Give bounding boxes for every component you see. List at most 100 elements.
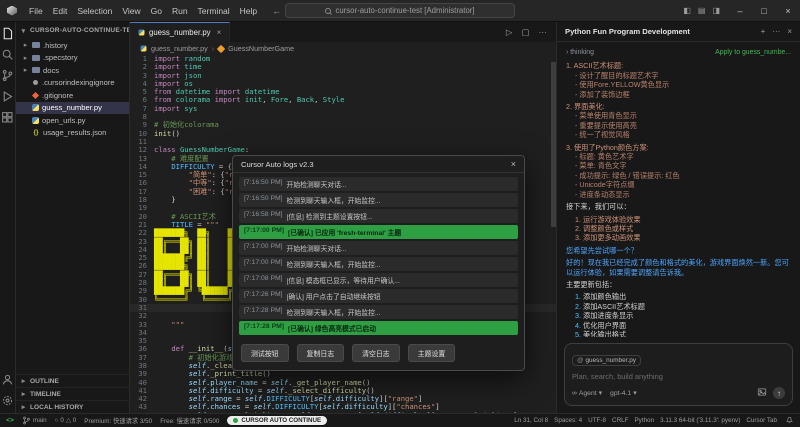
chat-text-input[interactable] (572, 372, 785, 381)
file-item-open_urls.py[interactable]: open_urls.py (16, 114, 129, 127)
extensions-icon[interactable] (1, 111, 14, 124)
toggle-sidebar-icon[interactable]: ◨ (712, 6, 720, 15)
file-item-.gitignore[interactable]: .gitignore (16, 89, 129, 102)
file-item-.history[interactable]: ▸.history (16, 39, 129, 52)
file-item-.specstory[interactable]: ▸.specstory (16, 52, 129, 65)
dialog-button-4[interactable]: 主题设置 (408, 344, 456, 362)
close-tab-icon[interactable]: × (217, 28, 222, 37)
code-line-10[interactable]: 10init() (130, 130, 556, 138)
activity-bar (0, 22, 16, 413)
settings-gear-icon[interactable] (1, 394, 14, 407)
section-outline[interactable]: ▸OUTLINE (16, 374, 129, 387)
status-3-11-3-64-bit-3-11-3-pyenv[interactable]: 3.11.3 64-bit ('3.11.3': pyenv) (660, 417, 740, 424)
free-usage[interactable]: Free: 慢速请求 0/500 (160, 416, 219, 425)
section-timeline[interactable]: ▸TIMELINE (16, 387, 129, 400)
menu-edit[interactable]: Edit (48, 4, 73, 18)
file-item-guess_number.py[interactable]: guess_number.py (16, 102, 129, 115)
split-editor-icon[interactable]: ▢ (521, 27, 529, 38)
chevron-down-icon: ▾ (20, 27, 27, 35)
minimize-button[interactable]: – (728, 0, 752, 22)
line-number: 6 (130, 96, 154, 104)
files-icon[interactable] (1, 27, 14, 40)
agent-mode-dropdown[interactable]: ∞ Agent ▾ (572, 389, 602, 397)
notifications-bell-icon[interactable] (785, 415, 794, 426)
apply-to-file-button[interactable]: Apply to guess_numbe... (715, 48, 791, 57)
editor-more-icon[interactable]: ··· (539, 27, 548, 37)
file-item-docs[interactable]: ▸docs (16, 64, 129, 77)
code-line-3[interactable]: 3import json (130, 72, 556, 80)
toggle-layout-icon[interactable]: ▤ (698, 6, 706, 15)
cursor-auto-continue-toggle[interactable]: CURSOR AUTO CONTINUE (227, 416, 327, 425)
file-label: .history (43, 41, 67, 50)
send-icon[interactable]: ↑ (773, 387, 785, 399)
menu-file[interactable]: File (24, 4, 48, 18)
breadcrumb-symbol[interactable]: GuessNumberGame (228, 44, 294, 53)
breadcrumb[interactable]: guess_number.py › GuessNumberGame (130, 42, 556, 55)
dialog-title: Cursor Auto logs v2.3 (241, 160, 314, 169)
chat-input-box[interactable]: @ guess_number.py ∞ Agent ▾ gpt-4.1 ▾ ↑ (564, 343, 793, 406)
line-number: 4 (130, 80, 154, 88)
section-local-history[interactable]: ▸LOCAL HISTORY (16, 400, 129, 413)
status-spaces-4[interactable]: Spaces: 4 (554, 417, 582, 424)
search-icon[interactable] (1, 48, 14, 61)
warning-icon: △ (66, 417, 71, 424)
chat-list-item: 2. 调整颜色或样式 (566, 224, 791, 233)
chat-more-icon[interactable]: ··· (772, 27, 780, 36)
context-chip[interactable]: @ guess_number.py (572, 355, 641, 366)
nav-back-icon[interactable]: ← (272, 6, 281, 16)
section-label: TIMELINE (30, 391, 61, 398)
file-item-.cursorindexingignore[interactable]: .cursorindexingignore (16, 77, 129, 90)
status-cursor-tab[interactable]: Cursor Tab (746, 417, 777, 424)
dialog-button-3[interactable]: 清空日志 (352, 344, 400, 362)
explorer-root[interactable]: ▾ CURSOR-AUTO-CONTINUE-TEST (16, 22, 129, 39)
menu-selection[interactable]: Selection (72, 4, 117, 18)
attach-image-icon[interactable] (757, 387, 767, 399)
menu-help[interactable]: Help (235, 4, 262, 18)
premium-usage[interactable]: Premium: 快速请求 3/50 (84, 416, 152, 425)
chat-close-icon[interactable]: × (787, 27, 792, 36)
line-number: 2 (130, 63, 154, 71)
command-search[interactable]: cursor-auto-continue-test [Administrator… (285, 3, 515, 18)
run-debug-icon[interactable] (1, 90, 14, 103)
tab-guess-number[interactable]: guess_number.py × (130, 22, 230, 42)
log-message: 开始检测聊天对话... (287, 179, 347, 189)
python-file-icon (32, 104, 39, 111)
status-crlf[interactable]: CRLF (612, 417, 628, 424)
log-row-9: [7:17:28 PM]检测到聊天输入框，开始监控... (239, 305, 518, 319)
status-ln-31-col-8[interactable]: Ln 31, Col 8 (514, 417, 548, 424)
chat-list-item: 3. 添加进度条显示 (566, 311, 791, 320)
status-bar: <> main ○0 △0 Premium: 快速请求 3/50 Free: 慢… (0, 413, 800, 427)
editor-scrollbar[interactable] (551, 55, 556, 413)
new-chat-icon[interactable]: + (761, 27, 766, 36)
menu-go[interactable]: Go (146, 4, 167, 18)
account-icon[interactable] (1, 373, 14, 386)
code-line-9[interactable]: 9# 初始化colorama (130, 121, 556, 129)
source-control-icon[interactable] (1, 69, 14, 82)
thinking-toggle[interactable]: › thinking (566, 48, 594, 57)
model-dropdown[interactable]: gpt-4.1 ▾ (610, 389, 637, 397)
run-file-icon[interactable]: ▷ (506, 27, 513, 38)
code-line-7[interactable]: 7import sys (130, 105, 556, 113)
menu-run[interactable]: Run (167, 4, 193, 18)
explorer-sidebar: ▾ CURSOR-AUTO-CONTINUE-TEST ▸.history▸.s… (16, 22, 130, 413)
chevron-down-icon: ▾ (599, 389, 602, 397)
auto-logs-dialog: Cursor Auto logs v2.3 × [7:16:50 PM]开始检测… (232, 155, 525, 371)
dialog-close-icon[interactable]: × (511, 159, 516, 169)
menu-view[interactable]: View (117, 4, 145, 18)
dialog-header[interactable]: Cursor Auto logs v2.3 × (233, 156, 524, 173)
chat-section-title: 3. 使用了Python颜色方案: (566, 143, 791, 152)
file-item-usage_results.json[interactable]: {}usage_results.json (16, 127, 129, 140)
dialog-button-1[interactable]: 测试按钮 (241, 344, 289, 362)
problems-indicator[interactable]: ○0 △0 (55, 417, 77, 424)
git-branch[interactable]: main (22, 416, 47, 425)
close-window-button[interactable]: × (776, 0, 800, 22)
menu-terminal[interactable]: Terminal (193, 4, 235, 18)
maximize-button[interactable]: □ (752, 0, 776, 22)
status-python[interactable]: Python (634, 417, 654, 424)
toggle-panel-icon[interactable]: ◧ (683, 6, 691, 15)
chat-list-item: - Unicode字符点缀 (566, 180, 791, 189)
breadcrumb-file[interactable]: guess_number.py (151, 44, 208, 53)
status-utf-8[interactable]: UTF-8 (588, 417, 606, 424)
dialog-button-2[interactable]: 复制日志 (297, 344, 345, 362)
remote-indicator[interactable]: <> (6, 417, 14, 424)
